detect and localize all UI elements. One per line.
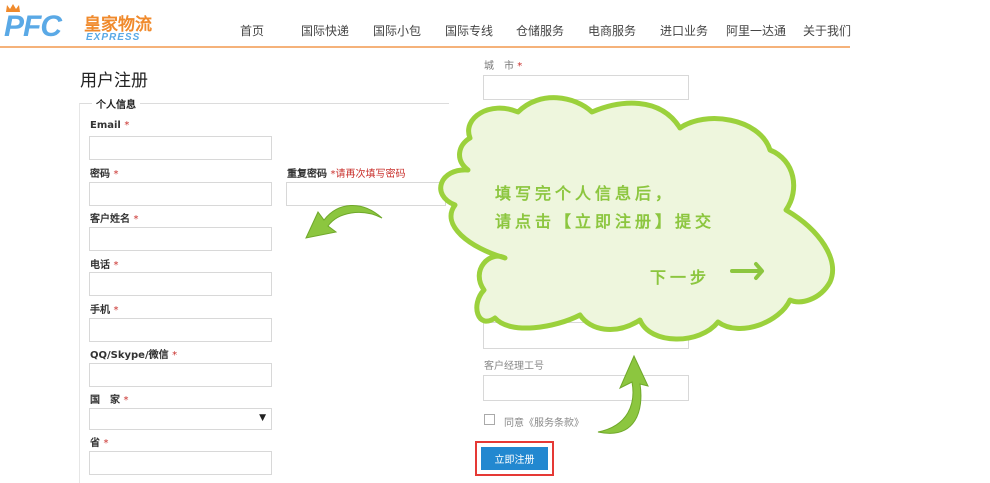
submit-highlight: 立即注册 bbox=[475, 441, 554, 476]
city-field[interactable] bbox=[483, 75, 689, 100]
mobile-field[interactable] bbox=[89, 318, 272, 342]
nav-item-intl-express[interactable]: 国际快递 bbox=[301, 22, 349, 39]
site-header: PFC 皇家物流 EXPRESS 首页 国际快递 国际小包 国际专线 仓储服务 … bbox=[0, 0, 851, 48]
qq-field[interactable] bbox=[89, 363, 272, 387]
nav-item-intl-parcel[interactable]: 国际小包 bbox=[373, 22, 421, 39]
nav-item-home[interactable]: 首页 bbox=[240, 22, 264, 39]
country-select[interactable]: ▼ bbox=[89, 408, 272, 430]
province-field[interactable] bbox=[89, 451, 272, 475]
email-label: Email * bbox=[90, 120, 130, 131]
manager-id-field[interactable] bbox=[483, 375, 689, 401]
qq-label: QQ/Skype/微信 * bbox=[90, 350, 178, 361]
agree-label: 同意《服务条款》 bbox=[504, 418, 584, 429]
chevron-down-icon: ▼ bbox=[259, 413, 266, 423]
city-label: 城 市 * bbox=[484, 61, 523, 72]
platform-field[interactable] bbox=[483, 322, 689, 349]
address-label: 地 址 * bbox=[484, 112, 523, 123]
arrow-right-icon bbox=[730, 262, 764, 280]
section-title: 个人信息 bbox=[92, 96, 140, 111]
confirm-password-label: 重复密码 *请再次填写密码 bbox=[287, 169, 406, 180]
nav-item-warehouse[interactable]: 仓储服务 bbox=[516, 22, 564, 39]
callout-next: 下一步 bbox=[650, 268, 711, 287]
email-field[interactable] bbox=[89, 136, 272, 160]
manager-id-label: 客户经理工号 bbox=[484, 361, 544, 372]
nav-item-intl-line[interactable]: 国际专线 bbox=[445, 22, 493, 39]
confirm-password-field[interactable] bbox=[286, 182, 446, 206]
customer-name-field[interactable] bbox=[89, 227, 272, 251]
phone-label: 电话 * bbox=[90, 260, 119, 271]
page-title: 用户注册 bbox=[80, 71, 148, 91]
agree-checkbox[interactable] bbox=[484, 414, 495, 425]
nav-item-about[interactable]: 关于我们 bbox=[803, 22, 851, 39]
logo[interactable]: PFC 皇家物流 EXPRESS bbox=[2, 4, 167, 46]
platform-text: ay、速卖通、亚 bbox=[483, 309, 556, 320]
province-label: 省 * bbox=[90, 438, 109, 449]
callout-line2: 请点击【立即注册】提交 bbox=[495, 212, 716, 231]
password-field[interactable] bbox=[89, 182, 272, 206]
register-button[interactable]: 立即注册 bbox=[481, 447, 548, 470]
nav-item-import[interactable]: 进口业务 bbox=[660, 22, 708, 39]
mobile-label: 手机 * bbox=[90, 305, 119, 316]
phone-field[interactable] bbox=[89, 272, 272, 296]
password-label: 密码 * bbox=[90, 169, 119, 180]
nav-item-onetouch[interactable]: 阿里一达通 bbox=[726, 22, 786, 39]
customer-name-label: 客户姓名 * bbox=[90, 214, 139, 225]
logo-brand: PFC bbox=[4, 10, 62, 43]
address-field[interactable] bbox=[483, 126, 689, 151]
logo-name-en: EXPRESS bbox=[86, 32, 141, 43]
callout-line1: 填写完个人信息后， bbox=[495, 184, 676, 203]
country-label: 国 家 * bbox=[90, 395, 129, 406]
nav-item-ecommerce[interactable]: 电商服务 bbox=[588, 22, 636, 39]
